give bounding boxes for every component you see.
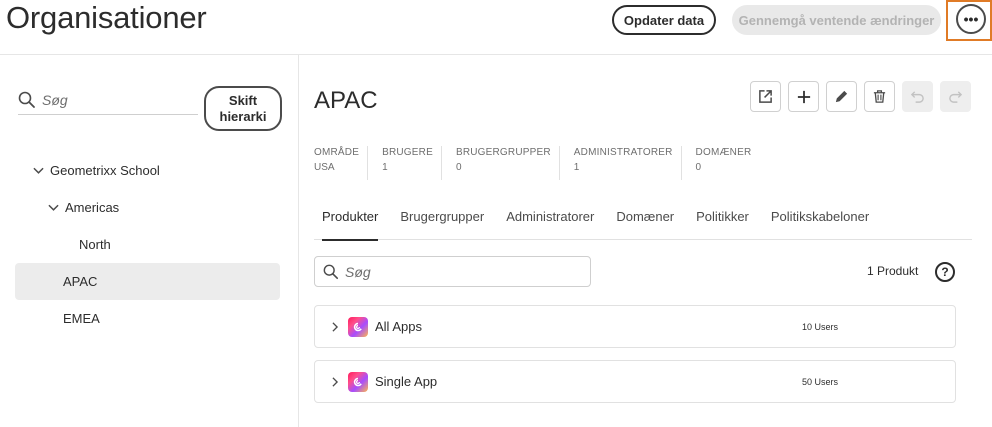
product-name: Single App <box>375 374 438 389</box>
redo-button[interactable] <box>940 81 971 112</box>
search-icon <box>18 91 35 108</box>
creative-cloud-icon <box>348 371 368 392</box>
product-row-all-apps[interactable]: All Apps 10 Users <box>314 305 956 348</box>
product-count: 1 Produkt <box>867 264 919 278</box>
product-search-input[interactable] <box>345 263 575 280</box>
org-tree: Geometrixx School Americas North APAC EM… <box>15 152 280 337</box>
tab-domains[interactable]: Domæner <box>605 200 685 240</box>
tab-administrators[interactable]: Administratorer <box>495 200 605 240</box>
tree-item-americas[interactable]: Americas <box>15 189 280 226</box>
external-link-icon <box>759 90 772 103</box>
stat-value: 1 <box>382 162 388 173</box>
stat-value: USA <box>314 162 335 173</box>
org-title: APAC <box>314 87 378 114</box>
stat-key: OMRÅDE <box>314 147 360 158</box>
stat-key: BRUGERGRUPPER <box>455 147 551 158</box>
help-button[interactable]: ? <box>935 262 955 282</box>
stat-value: 1 <box>573 162 580 173</box>
trash-icon <box>873 90 886 103</box>
refresh-data-button[interactable]: Opdater data <box>612 5 716 35</box>
toggle-hierarchy-button[interactable]: Skift hierarki <box>204 86 282 131</box>
org-toolbar <box>750 81 971 112</box>
tree-item-apac[interactable]: APAC <box>15 263 280 300</box>
tree-search-input[interactable] <box>42 91 192 108</box>
product-users: 10 Users <box>802 321 839 332</box>
stat-user-groups: BRUGERGRUPPER 0 <box>456 146 560 180</box>
stat-domains: DOMÆNER 0 <box>696 146 760 180</box>
tree-item-label: EMEA <box>63 311 100 326</box>
stat-value: 0 <box>695 162 702 173</box>
product-row-single-app[interactable]: Single App 50 Users <box>314 360 956 403</box>
stat-key: BRUGERE <box>382 147 433 158</box>
product-users: 50 Users <box>802 376 839 387</box>
stat-region: OMRÅDE USA <box>314 146 369 180</box>
ellipsis-icon: ••• <box>963 11 979 27</box>
add-button[interactable] <box>788 81 819 112</box>
creative-cloud-icon <box>348 316 368 337</box>
stat-admins: ADMINISTRATORER 1 <box>574 146 682 180</box>
tree-item-north[interactable]: North <box>15 226 280 263</box>
tree-search[interactable] <box>18 85 198 115</box>
chevron-right-icon[interactable] <box>328 320 342 334</box>
tree-item-label: North <box>79 237 111 252</box>
tab-user-groups[interactable]: Brugergrupper <box>389 200 495 240</box>
stat-key: ADMINISTRATORER <box>573 147 673 158</box>
delete-button[interactable] <box>864 81 895 112</box>
search-icon <box>323 264 339 279</box>
tree-item-geometrixx-school[interactable]: Geometrixx School <box>15 152 280 189</box>
tree-item-emea[interactable]: EMEA <box>15 300 280 337</box>
tab-products[interactable]: Produkter <box>314 200 389 241</box>
stat-value: 0 <box>455 162 462 173</box>
tab-policies[interactable]: Politikker <box>685 200 760 240</box>
chevron-down-icon[interactable] <box>46 201 60 215</box>
undo-icon <box>910 91 924 103</box>
org-stats: OMRÅDE USA BRUGERE 1 BRUGERGRUPPER 0 ADM… <box>314 146 773 180</box>
org-tabs: Produkter Brugergrupper Administratorer … <box>314 200 972 241</box>
tree-item-label: Geometrixx School <box>50 163 160 178</box>
tree-item-label: APAC <box>63 274 98 289</box>
tree-item-label: Americas <box>65 200 120 215</box>
redo-icon <box>949 91 963 103</box>
edit-button[interactable] <box>826 81 857 112</box>
product-name: All Apps <box>375 319 422 334</box>
org-tree-panel: Skift hierarki Geometrixx School America… <box>0 55 299 427</box>
review-pending-changes-button: Gennemgå ventende ændringer <box>732 5 941 35</box>
open-external-button[interactable] <box>750 81 781 112</box>
product-search[interactable] <box>314 256 591 287</box>
page-title: Organisationer <box>6 0 207 35</box>
question-icon: ? <box>941 265 949 279</box>
more-options-button[interactable]: ••• <box>956 4 986 34</box>
chevron-down-icon[interactable] <box>31 164 45 178</box>
undo-button[interactable] <box>902 81 933 112</box>
tab-policy-templates[interactable]: Politikskabeloner <box>760 200 880 240</box>
pencil-icon <box>835 90 848 103</box>
chevron-right-icon[interactable] <box>328 375 342 389</box>
stat-users: BRUGERE 1 <box>382 146 442 180</box>
plus-icon <box>797 90 810 103</box>
stat-key: DOMÆNER <box>695 147 752 158</box>
